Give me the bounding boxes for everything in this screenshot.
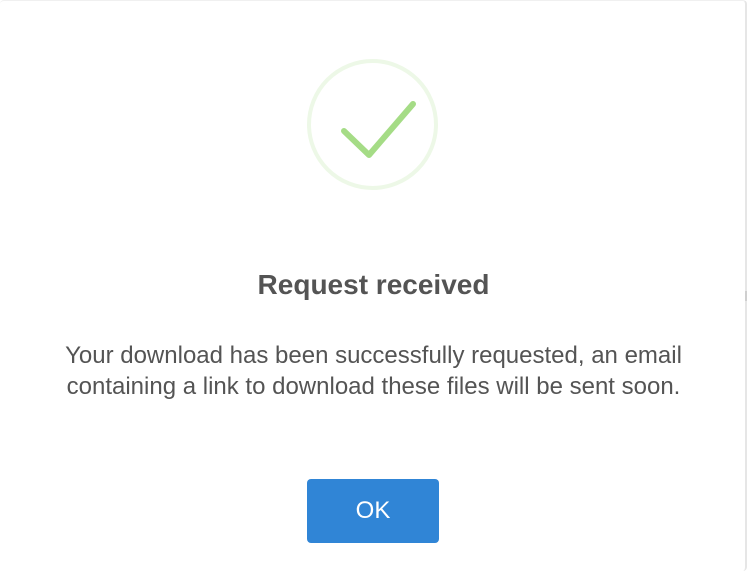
- success-check-icon: [307, 59, 438, 190]
- success-dialog: Request received Your download has been …: [0, 0, 747, 571]
- ok-button[interactable]: OK: [307, 479, 439, 543]
- checkmark-icon: [341, 101, 416, 158]
- dialog-title: Request received: [257, 269, 490, 300]
- dialog-message: Your download has been successfully requ…: [65, 342, 682, 400]
